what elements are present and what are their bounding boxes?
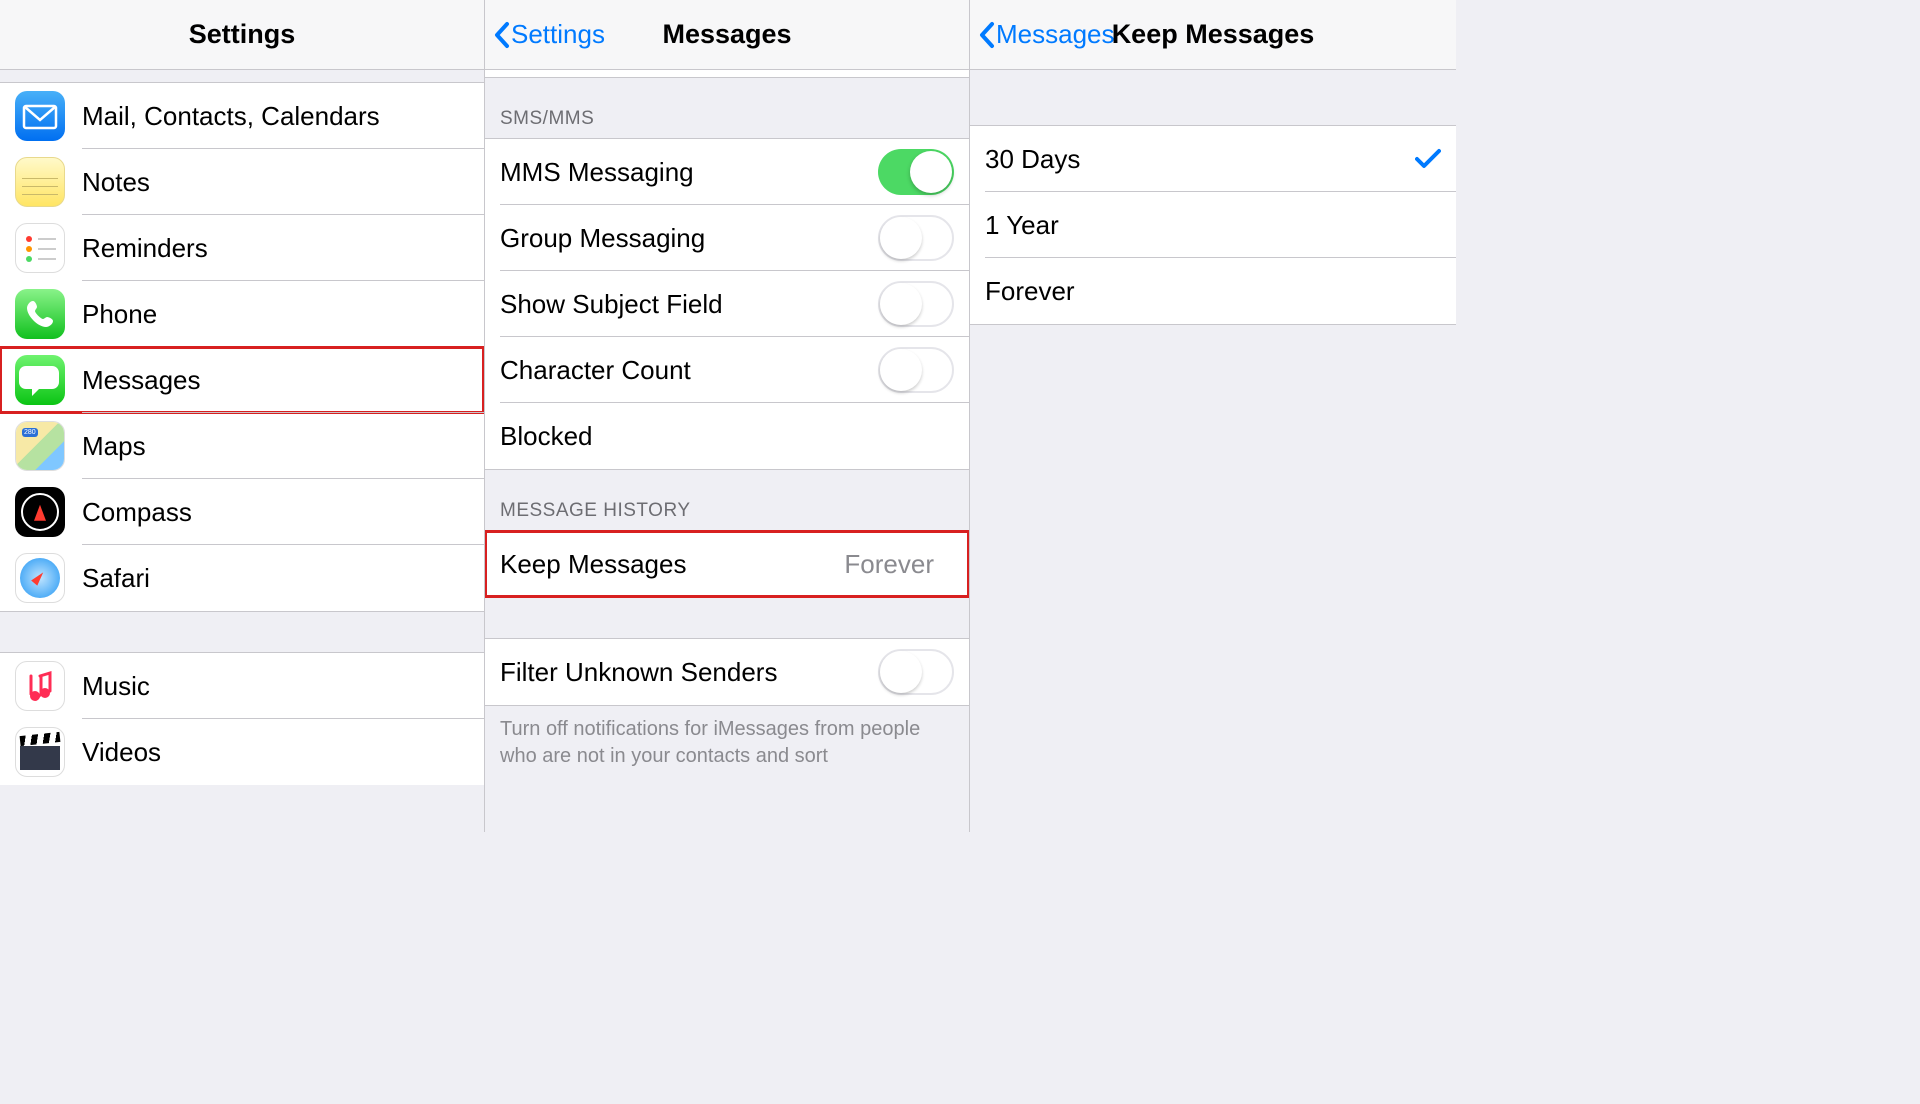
settings-row-messages[interactable]: Messages bbox=[0, 347, 484, 413]
checkmark-icon bbox=[1415, 148, 1441, 170]
option-1-year[interactable]: 1 Year bbox=[970, 192, 1456, 258]
navbar-messages: Settings Messages bbox=[485, 0, 969, 70]
chevron-right-icon bbox=[457, 238, 469, 258]
row-label: Group Messaging bbox=[500, 223, 878, 254]
back-button[interactable]: Settings bbox=[493, 19, 605, 50]
option-forever[interactable]: Forever bbox=[970, 258, 1456, 324]
row-label: Compass bbox=[82, 497, 457, 528]
row-value: Forever bbox=[844, 549, 934, 580]
row-label: Phone bbox=[82, 299, 457, 330]
settings-row-maps[interactable]: Maps bbox=[0, 413, 484, 479]
keep-messages-panel: Messages Keep Messages 30 Days 1 Year Fo… bbox=[970, 0, 1456, 832]
messages-icon bbox=[15, 355, 65, 405]
switch-filter-unknown[interactable] bbox=[878, 649, 954, 695]
section-header-history: MESSAGE HISTORY bbox=[485, 470, 969, 530]
row-label: Reminders bbox=[82, 233, 457, 264]
maps-icon bbox=[15, 421, 65, 471]
page-title: Messages bbox=[662, 19, 791, 50]
section-header-sms: SMS/MMS bbox=[485, 78, 969, 138]
settings-row-compass[interactable]: Compass bbox=[0, 479, 484, 545]
settings-row-reminders[interactable]: Reminders bbox=[0, 215, 484, 281]
switch-character-count[interactable] bbox=[878, 347, 954, 393]
chevron-right-icon bbox=[942, 426, 954, 446]
row-label: 1 Year bbox=[985, 210, 1441, 241]
chevron-right-icon bbox=[457, 742, 469, 762]
row-label: Mail, Contacts, Calendars bbox=[82, 101, 457, 132]
settings-row-notes[interactable]: Notes bbox=[0, 149, 484, 215]
chevron-right-icon bbox=[457, 370, 469, 390]
row-show-subject[interactable]: Show Subject Field bbox=[485, 271, 969, 337]
row-label: Music bbox=[82, 671, 457, 702]
back-label: Settings bbox=[511, 19, 605, 50]
row-mms-messaging[interactable]: MMS Messaging bbox=[485, 139, 969, 205]
compass-icon bbox=[15, 487, 65, 537]
chevron-right-icon bbox=[457, 676, 469, 696]
page-title: Keep Messages bbox=[1112, 19, 1315, 50]
chevron-right-icon bbox=[457, 106, 469, 126]
row-character-count[interactable]: Character Count bbox=[485, 337, 969, 403]
chevron-right-icon bbox=[942, 554, 954, 574]
row-label: Show Subject Field bbox=[500, 289, 878, 320]
page-title: Settings bbox=[189, 19, 296, 50]
row-label: Filter Unknown Senders bbox=[500, 657, 878, 688]
row-label: Keep Messages bbox=[500, 549, 844, 580]
row-label: Notes bbox=[82, 167, 457, 198]
phone-icon bbox=[15, 289, 65, 339]
settings-row-phone[interactable]: Phone bbox=[0, 281, 484, 347]
chevron-right-icon bbox=[457, 568, 469, 588]
switch-mms-messaging[interactable] bbox=[878, 149, 954, 195]
row-label: Safari bbox=[82, 563, 457, 594]
settings-row-videos[interactable]: Videos bbox=[0, 719, 484, 785]
row-filter-unknown[interactable]: Filter Unknown Senders bbox=[485, 639, 969, 705]
videos-icon bbox=[15, 727, 65, 777]
messages-panel: Settings Messages SMS/MMS MMS Messaging … bbox=[485, 0, 970, 832]
navbar-settings: Settings bbox=[0, 0, 484, 70]
footer-filter: Turn off notifications for iMessages fro… bbox=[485, 706, 969, 774]
notes-icon bbox=[15, 157, 65, 207]
settings-row-safari[interactable]: Safari bbox=[0, 545, 484, 611]
navbar-keep: Messages Keep Messages bbox=[970, 0, 1456, 70]
switch-group-messaging[interactable] bbox=[878, 215, 954, 261]
row-label: 30 Days bbox=[985, 144, 1415, 175]
row-keep-messages[interactable]: Keep Messages Forever bbox=[485, 531, 969, 597]
row-label: Blocked bbox=[500, 421, 942, 452]
settings-panel: Settings Mail, Contacts, Calendars Notes… bbox=[0, 0, 485, 832]
row-group-messaging[interactable]: Group Messaging bbox=[485, 205, 969, 271]
chevron-right-icon bbox=[457, 436, 469, 456]
row-label: Forever bbox=[985, 276, 1441, 307]
row-label: Maps bbox=[82, 431, 457, 462]
music-icon bbox=[15, 661, 65, 711]
switch-show-subject[interactable] bbox=[878, 281, 954, 327]
row-label: MMS Messaging bbox=[500, 157, 878, 188]
row-label: Videos bbox=[82, 737, 457, 768]
row-label: Character Count bbox=[500, 355, 878, 386]
mail-icon bbox=[15, 91, 65, 141]
option-30-days[interactable]: 30 Days bbox=[970, 126, 1456, 192]
settings-row-music[interactable]: Music bbox=[0, 653, 484, 719]
chevron-right-icon bbox=[457, 304, 469, 324]
settings-row-mail[interactable]: Mail, Contacts, Calendars bbox=[0, 83, 484, 149]
chevron-right-icon bbox=[457, 172, 469, 192]
settings-list: Mail, Contacts, Calendars Notes Reminder… bbox=[0, 70, 484, 832]
row-blocked[interactable]: Blocked bbox=[485, 403, 969, 469]
chevron-right-icon bbox=[457, 502, 469, 522]
back-label: Messages bbox=[996, 19, 1115, 50]
reminders-icon bbox=[15, 223, 65, 273]
back-button[interactable]: Messages bbox=[978, 19, 1115, 50]
safari-icon bbox=[15, 553, 65, 603]
row-label: Messages bbox=[82, 365, 457, 396]
